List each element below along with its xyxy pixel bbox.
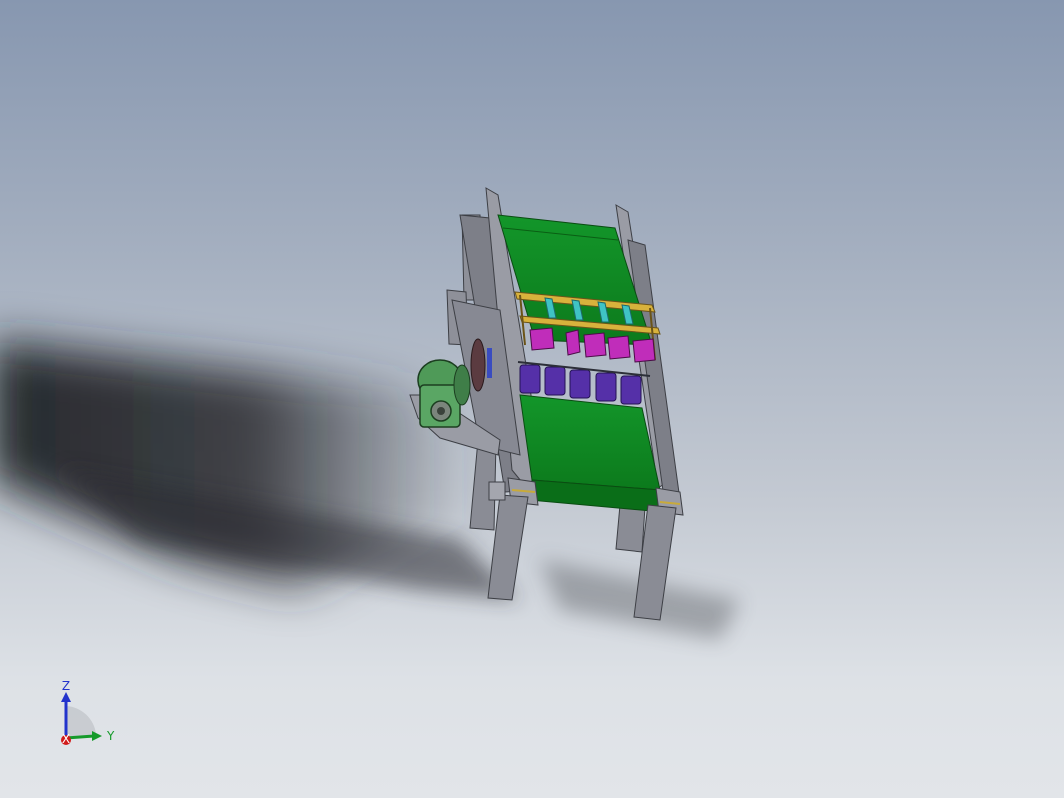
x-axis-label: X xyxy=(62,732,70,746)
conveyor-belt-lower xyxy=(519,394,663,513)
view-orientation-triad[interactable]: X Z Y xyxy=(52,676,122,756)
triad-plane-shading xyxy=(66,706,96,738)
conveyor-3d-model[interactable] xyxy=(0,0,1064,798)
graphics-viewport[interactable]: X Z Y xyxy=(0,0,1064,798)
y-axis-label: Y xyxy=(106,729,115,743)
z-axis-arrowhead xyxy=(61,692,71,702)
z-axis-label: Z xyxy=(62,679,70,693)
y-axis-arrowhead xyxy=(92,731,102,741)
